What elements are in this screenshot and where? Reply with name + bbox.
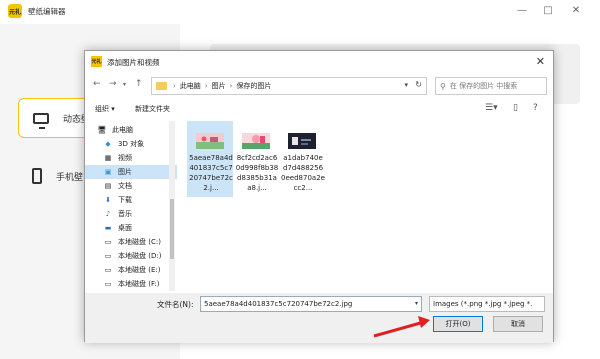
nav-item-videos[interactable]: ▦ 视频 [85, 151, 177, 165]
nav-item-pictures[interactable]: ▣ 图片 [85, 165, 177, 179]
nav-item-this-pc[interactable]: 🖥 此电脑 [85, 123, 177, 137]
nav-item-documents[interactable]: ▤ 文档 [85, 179, 177, 193]
image-thumbnail [242, 133, 270, 149]
open-button[interactable]: 打开(O) [433, 316, 483, 332]
dialog-footer: 文件名(N): 5aeae78a4d401837c5c720747be72c2.… [85, 293, 553, 343]
sidebar-item-label: 手机壁 [56, 172, 84, 183]
file-type-filter-value: Images (*.png *.jpg *.jpeg *. [433, 300, 533, 308]
nav-item-drive-c[interactable]: ▭ 本地磁盘 (C:) [85, 235, 177, 249]
file-item[interactable]: 5aeae78a4d401837c5c720747be72c2.j... [187, 121, 233, 197]
filename-input[interactable]: 5aeae78a4d401837c5c720747be72c2.jpg [200, 296, 422, 312]
cube-icon: ◆ [105, 140, 111, 148]
search-input[interactable]: ⚲ 在 保存的图片 中搜索 [435, 77, 547, 95]
address-bar[interactable]: › 此电脑 › 图片 › 保存的图片 ▾ ↻ [151, 77, 427, 95]
navigation-pane: 🖥 此电脑 ◆ 3D 对象 ▦ 视频 ▣ 图片 ▤ 文档 ⬇ 下载 ♪ 音乐 ▬ [85, 121, 177, 291]
folder-icon [156, 82, 167, 90]
nav-item-music[interactable]: ♪ 音乐 [85, 207, 177, 221]
search-placeholder: 在 保存的图片 中搜索 [449, 82, 518, 90]
preview-pane-icon[interactable]: ▯ [513, 103, 518, 113]
video-icon: ▦ [104, 154, 112, 162]
nav-item-desktop[interactable]: ▬ 桌面 [85, 221, 177, 235]
maximize-icon[interactable]: □ [540, 4, 556, 18]
forward-arrow-icon[interactable]: → [109, 79, 117, 89]
dialog-close-icon[interactable]: ✕ [536, 55, 545, 68]
app-logo: 元礼 [8, 4, 22, 18]
address-row: ← → ▾ ↑ › 此电脑 › 图片 › 保存的图片 ▾ ↻ ⚲ 在 保存的图片… [85, 75, 553, 97]
view-options-icon[interactable]: ☰▾ [485, 103, 498, 113]
dialog-titlebar: 元礼 添加图片和视频 ✕ [85, 51, 553, 73]
new-folder-button[interactable]: 新建文件夹 [135, 104, 170, 114]
cancel-button[interactable]: 取消 [493, 316, 543, 332]
up-arrow-icon[interactable]: ↑ [135, 79, 143, 89]
breadcrumb-pictures[interactable]: 图片 [212, 81, 226, 91]
image-thumbnail [196, 133, 224, 149]
file-item[interactable]: a1dab740ed7d4882560eed870a2ecc2... [279, 121, 325, 197]
phone-icon [32, 168, 42, 184]
dialog-title: 添加图片和视频 [107, 58, 160, 67]
refresh-icon[interactable]: ↻ [415, 80, 422, 89]
recent-chevron-down-icon[interactable]: ▾ [123, 81, 126, 88]
help-icon[interactable]: ? [533, 103, 538, 113]
music-icon: ♪ [105, 210, 111, 218]
breadcrumb-saved-pictures[interactable]: 保存的图片 [236, 81, 271, 91]
minimize-icon[interactable]: — [514, 4, 530, 18]
close-icon[interactable]: ✕ [568, 4, 584, 18]
file-name: a1dab740ed7d4882560eed870a2ecc2... [281, 154, 325, 192]
nav-item-drive-f[interactable]: ▭ 本地磁盘 (F:) [85, 277, 177, 291]
file-item[interactable]: 8cf2cd2ac60d998f8b38d8385b31aa8.j... [233, 121, 279, 197]
app-titlebar: 元礼 壁纸编辑器 — □ ✕ [0, 0, 600, 24]
monitor-icon [33, 112, 49, 129]
file-open-dialog: 元礼 添加图片和视频 ✕ ← → ▾ ↑ › 此电脑 › 图片 › 保存的图片 … [84, 50, 554, 343]
search-icon: ⚲ [440, 81, 446, 91]
drive-icon: ▭ [104, 238, 112, 246]
nav-item-3d-objects[interactable]: ◆ 3D 对象 [85, 137, 177, 151]
desktop-icon: ▬ [104, 224, 112, 232]
dialog-toolbar: 组织 ▾ 新建文件夹 ☰▾ ▯ ? [85, 101, 553, 117]
address-dropdown-icon[interactable]: ▾ [404, 81, 408, 89]
file-name: 5aeae78a4d401837c5c720747be72c2.j... [189, 154, 233, 192]
file-list: 5aeae78a4d401837c5c720747be72c2.j... 8cf… [181, 121, 551, 291]
nav-item-downloads[interactable]: ⬇ 下载 [85, 193, 177, 207]
back-arrow-icon[interactable]: ← [93, 79, 101, 89]
download-icon: ⬇ [105, 196, 111, 204]
breadcrumb-this-pc[interactable]: 此电脑 [180, 81, 201, 91]
nav-item-drive-e[interactable]: ▭ 本地磁盘 (E:) [85, 263, 177, 277]
drive-icon: ▭ [104, 266, 112, 274]
filename-label: 文件名(N): [157, 300, 194, 309]
drive-icon: ▭ [104, 252, 112, 260]
document-icon: ▤ [104, 182, 112, 190]
filename-dropdown-icon[interactable]: ▾ [415, 300, 418, 307]
dialog-logo: 元礼 [91, 56, 102, 67]
nav-item-drive-d[interactable]: ▭ 本地磁盘 (D:) [85, 249, 177, 263]
file-name: 8cf2cd2ac60d998f8b38d8385b31aa8.j... [235, 154, 279, 192]
computer-icon: 🖥 [97, 126, 107, 134]
image-thumbnail [288, 133, 316, 149]
picture-icon: ▣ [104, 168, 112, 176]
file-type-filter[interactable]: Images (*.png *.jpg *.jpeg *. [429, 296, 545, 312]
organize-button[interactable]: 组织 ▾ [95, 104, 115, 114]
app-title: 壁纸编辑器 [28, 7, 66, 16]
drive-icon: ▭ [104, 280, 112, 288]
nav-scrollbar-thumb[interactable] [170, 199, 174, 259]
